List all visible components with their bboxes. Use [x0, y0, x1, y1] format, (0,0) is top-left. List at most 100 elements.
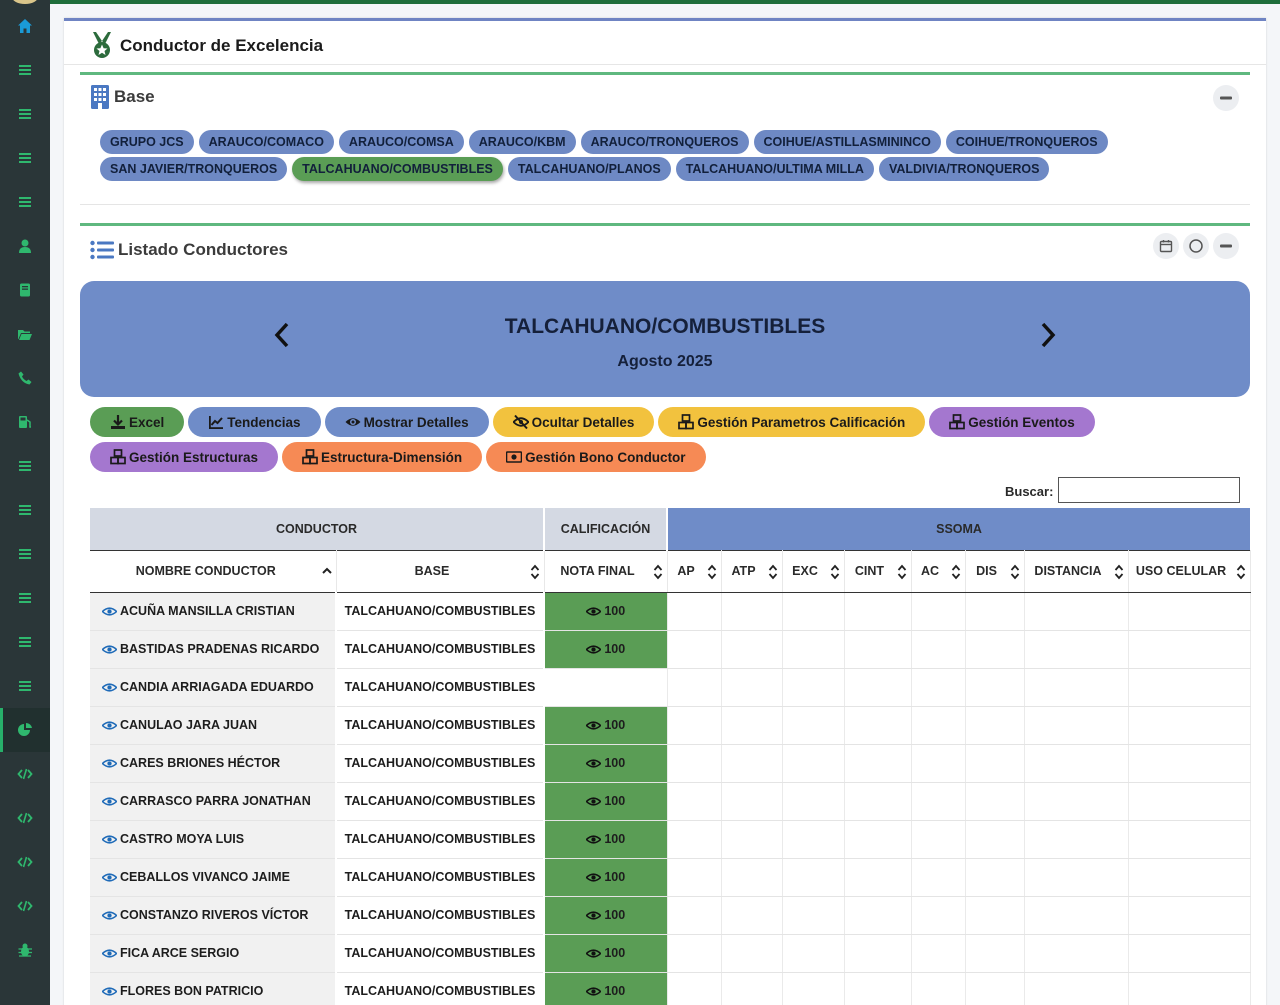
- sidebar-item-list[interactable]: [0, 532, 50, 576]
- collapse-button[interactable]: [1213, 233, 1239, 259]
- ssoma-cell: [667, 744, 722, 783]
- base-chip[interactable]: ARAUCO/COMSA: [338, 130, 464, 154]
- column-header-ap[interactable]: AP: [667, 549, 722, 593]
- final-grade-cell[interactable]: 100: [543, 972, 668, 1005]
- sidebar-item-code[interactable]: [0, 796, 50, 840]
- base-chip[interactable]: COIHUE/TRONQUEROS: [945, 130, 1108, 154]
- sidebar-item-list[interactable]: [0, 136, 50, 180]
- gestion-eventos-button[interactable]: Gestión Eventos: [929, 407, 1095, 437]
- eye-icon[interactable]: [102, 758, 117, 769]
- code-icon: [17, 768, 33, 780]
- estructura-dimension-button[interactable]: Estructura-Dimensión: [282, 442, 483, 472]
- gestion-bono-conductor-button[interactable]: Gestión Bono Conductor: [486, 442, 706, 472]
- sidebar-item-code[interactable]: [0, 884, 50, 928]
- base-chip[interactable]: SAN JAVIER/TRONQUEROS: [100, 157, 288, 181]
- base-card-title: Base: [114, 87, 155, 106]
- ocultar-detalles-button[interactable]: Ocultar Detalles: [492, 407, 655, 437]
- base-cell: TALCAHUANO/COMBUSTIBLES: [335, 668, 545, 707]
- base-chip[interactable]: ARAUCO/KBM: [468, 130, 576, 154]
- eye-icon[interactable]: [102, 606, 117, 617]
- eye-icon[interactable]: [102, 872, 117, 883]
- base-chip[interactable]: VALDIVIA/TRONQUEROS: [878, 157, 1050, 181]
- cubes-icon: [302, 449, 318, 465]
- eye-icon[interactable]: [102, 720, 117, 731]
- tendencias-button[interactable]: Tendencias: [188, 407, 321, 437]
- final-grade-cell[interactable]: 100: [543, 706, 668, 745]
- table-row: CARRASCO PARRA JONATHAN TALCAHUANO/COMBUS…: [90, 782, 1251, 821]
- gestion-parametros-calificacion-button[interactable]: Gestión Parametros Calificación: [658, 407, 926, 437]
- final-grade-cell[interactable]: 100: [543, 896, 668, 935]
- final-grade-cell[interactable]: 100: [543, 592, 668, 631]
- final-grade-cell[interactable]: 100: [543, 744, 668, 783]
- sidebar-item-list[interactable]: [0, 48, 50, 92]
- sidebar-item-user[interactable]: [0, 224, 50, 268]
- eye-icon[interactable]: [102, 682, 117, 693]
- column-header-cint[interactable]: CINT: [844, 549, 912, 593]
- folder-open-icon: [18, 330, 32, 340]
- ssoma-cell: [1128, 782, 1251, 821]
- refresh-button[interactable]: [1183, 233, 1209, 259]
- final-grade-cell[interactable]: 100: [543, 630, 668, 669]
- column-header-exc[interactable]: EXC: [782, 549, 845, 593]
- sidebar-item-list[interactable]: [0, 92, 50, 136]
- ssoma-cell: [844, 934, 912, 973]
- eye-icon[interactable]: [102, 948, 117, 959]
- column-header-base[interactable]: BASE: [336, 549, 545, 593]
- search-input[interactable]: [1058, 477, 1240, 503]
- calendar-button[interactable]: [1153, 233, 1179, 259]
- driver-name: CARES BRIONES HÉCTOR: [120, 756, 281, 770]
- sidebar-item-list[interactable]: [0, 444, 50, 488]
- column-header-uso-celular[interactable]: USO CELULAR: [1128, 549, 1251, 593]
- base-chip[interactable]: TALCAHUANO/ULTIMA MILLA: [675, 157, 874, 181]
- final-grade-cell[interactable]: 100: [543, 858, 668, 897]
- final-grade-cell[interactable]: 100: [543, 934, 668, 973]
- sidebar-item-folder-open[interactable]: [0, 312, 50, 356]
- chevron-right-icon: [1041, 322, 1056, 348]
- sidebar-item-chart-pie[interactable]: [0, 708, 50, 752]
- sidebar-item-list[interactable]: [0, 620, 50, 664]
- column-header-nota-final[interactable]: NOTA FINAL: [544, 549, 668, 593]
- next-period-button[interactable]: [1036, 321, 1060, 349]
- sidebar-item-bug[interactable]: [0, 928, 50, 972]
- sidebar-item-list[interactable]: [0, 488, 50, 532]
- sidebar-item-gas-pump[interactable]: [0, 400, 50, 444]
- column-header-distancia[interactable]: DISTANCIA: [1024, 549, 1129, 593]
- eye-icon: [586, 987, 602, 996]
- eye-icon[interactable]: [102, 834, 117, 845]
- column-header-atp[interactable]: ATP: [721, 549, 783, 593]
- sidebar-item-home[interactable]: [0, 4, 50, 48]
- eye-icon[interactable]: [102, 986, 117, 997]
- sidebar-item-code[interactable]: [0, 752, 50, 796]
- excel-button[interactable]: Excel: [90, 407, 185, 437]
- sidebar-item-code[interactable]: [0, 840, 50, 884]
- sidebar-item-list[interactable]: [0, 664, 50, 708]
- base-chip[interactable]: TALCAHUANO/COMBUSTIBLES: [292, 157, 503, 181]
- sidebar-item-list[interactable]: [0, 576, 50, 620]
- sidebar-item-book[interactable]: [0, 268, 50, 312]
- final-grade-cell[interactable]: 100: [543, 820, 668, 859]
- base-chip[interactable]: COIHUE/ASTILLASMININCO: [753, 130, 941, 154]
- base-chip[interactable]: ARAUCO/COMACO: [198, 130, 334, 154]
- final-grade-cell[interactable]: 100: [543, 782, 668, 821]
- base-chip[interactable]: ARAUCO/TRONQUEROS: [580, 130, 749, 154]
- ssoma-cell: [844, 972, 912, 1005]
- ssoma-cell: [911, 858, 966, 897]
- eye-icon: [586, 911, 602, 920]
- column-header-dis[interactable]: DIS: [965, 549, 1025, 593]
- column-header-ac[interactable]: AC: [911, 549, 966, 593]
- sidebar-item-list[interactable]: [0, 180, 50, 224]
- eye-icon[interactable]: [102, 910, 117, 921]
- sort-icon: [897, 564, 906, 579]
- eye-icon[interactable]: [102, 796, 117, 807]
- base-card-header: Base: [90, 85, 155, 109]
- column-header-nombre-conductor[interactable]: NOMBRE CONDUCTOR: [90, 549, 337, 593]
- driver-name: CONSTANZO RIVEROS VÍCTOR: [120, 908, 309, 922]
- circle-icon: [1189, 239, 1203, 253]
- eye-icon[interactable]: [102, 644, 117, 655]
- sidebar-item-phone[interactable]: [0, 356, 50, 400]
- base-chip[interactable]: GRUPO JCS: [100, 130, 194, 154]
- base-chip[interactable]: TALCAHUANO/PLANOS: [507, 157, 671, 181]
- gestion-estructuras-button[interactable]: Gestión Estructuras: [90, 442, 279, 472]
- mostrar-detalles-button[interactable]: Mostrar Detalles: [324, 407, 489, 437]
- collapse-button[interactable]: [1213, 85, 1239, 111]
